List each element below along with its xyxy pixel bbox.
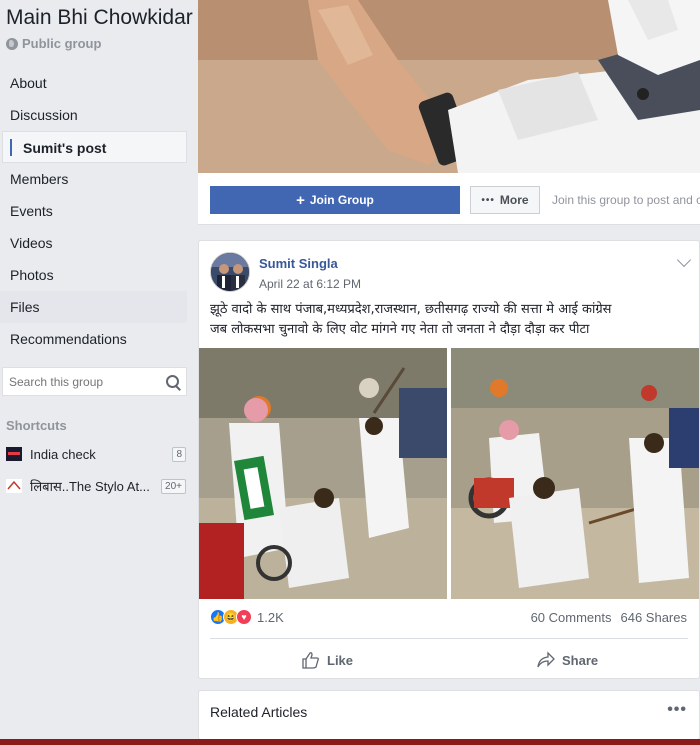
engagement-counts: 60 Comments 646 Shares — [531, 610, 687, 625]
search-icon[interactable] — [166, 374, 180, 389]
love-reaction-icon: ♥ — [236, 609, 252, 625]
shortcut-badge: 20+ — [161, 478, 186, 494]
nav-item-photos[interactable]: Photos — [0, 259, 187, 291]
cover-photo-image — [198, 0, 700, 173]
share-arrow-icon — [537, 651, 555, 668]
nav-item-discussion[interactable]: Discussion — [0, 99, 187, 131]
like-button[interactable]: Like — [302, 646, 353, 674]
join-group-button[interactable]: + Join Group — [210, 186, 460, 214]
share-button[interactable]: Share — [537, 646, 598, 674]
shortcut-thumbnail — [6, 479, 22, 493]
more-button[interactable]: ••• More — [470, 186, 540, 214]
nav-item-members[interactable]: Members — [0, 163, 187, 195]
join-hint-text: Join this group to post and c — [552, 193, 700, 207]
post-card: Sumit Singla April 22 at 6:12 PM झूठे वा… — [198, 240, 700, 679]
post-text-line: जब लोकसभा चुनावो के लिए वोट मांगने गए ने… — [210, 322, 590, 337]
thumbs-up-icon — [302, 652, 319, 669]
search-input[interactable] — [9, 374, 166, 389]
shortcut-libaas[interactable]: लिबास..The Stylo At... 20+ — [6, 476, 186, 496]
more-label: More — [499, 193, 529, 207]
post-author[interactable]: Sumit Singla — [259, 256, 338, 271]
avatar[interactable] — [210, 252, 250, 292]
like-label: Like — [327, 652, 354, 668]
nav-item-sumits-post[interactable]: Sumit's post — [2, 131, 187, 163]
reaction-count: 1.2K — [257, 609, 284, 625]
shortcuts-heading: Shortcuts — [6, 418, 67, 433]
ellipsis-icon[interactable]: ••• — [667, 701, 687, 719]
avatar-image — [211, 253, 249, 291]
plus-icon: + — [296, 191, 305, 209]
shortcut-label: India check — [30, 446, 96, 462]
taskbar-strip — [0, 739, 700, 745]
shortcut-thumbnail — [6, 447, 22, 461]
related-articles-title: Related Articles — [210, 704, 308, 720]
shortcut-badge: 8 — [172, 446, 186, 462]
shares-count[interactable]: 646 Shares — [621, 610, 688, 625]
group-action-bar: + Join Group ••• More Join this group to… — [198, 173, 700, 225]
nav-item-about[interactable]: About — [0, 67, 187, 99]
post-photo[interactable] — [199, 348, 699, 599]
nav-item-files[interactable]: Files — [0, 291, 187, 323]
ellipsis-icon: ••• — [481, 194, 495, 206]
group-nav: About Discussion Sumit's post Members Ev… — [0, 67, 187, 355]
image-divider — [447, 348, 451, 599]
chevron-down-icon[interactable] — [676, 252, 692, 268]
post-body: झूठे वादो के साथ पंजाब,मध्यप्रदेश,राजस्थ… — [210, 300, 695, 340]
shortcut-india-check[interactable]: India check 8 — [6, 444, 186, 464]
group-privacy-label: Public group — [22, 36, 102, 51]
group-search — [2, 367, 187, 396]
cover-photo[interactable] — [198, 0, 700, 173]
nav-item-recommendations[interactable]: Recommendations — [0, 323, 187, 355]
nav-item-events[interactable]: Events — [0, 195, 187, 227]
globe-icon — [6, 37, 18, 50]
related-articles-card: Related Articles ••• — [198, 690, 700, 740]
shortcut-label: लिबास..The Stylo At... — [30, 479, 150, 494]
reaction-summary[interactable]: 👍 😆 ♥ 1.2K — [210, 609, 284, 625]
comments-count[interactable]: 60 Comments — [531, 610, 612, 625]
group-privacy: Public group — [6, 36, 101, 51]
join-group-label: Join Group — [309, 193, 374, 207]
divider — [210, 638, 688, 639]
share-label: Share — [562, 652, 599, 668]
post-timestamp[interactable]: April 22 at 6:12 PM — [259, 277, 361, 291]
nav-item-videos[interactable]: Videos — [0, 227, 187, 259]
group-name[interactable]: Main Bhi Chowkidar — [6, 6, 193, 30]
post-text-line: झूठे वादो के साथ पंजाब,मध्यप्रदेश,राजस्थ… — [210, 302, 612, 317]
group-sidebar: Main Bhi Chowkidar Public group About Di… — [0, 0, 197, 745]
